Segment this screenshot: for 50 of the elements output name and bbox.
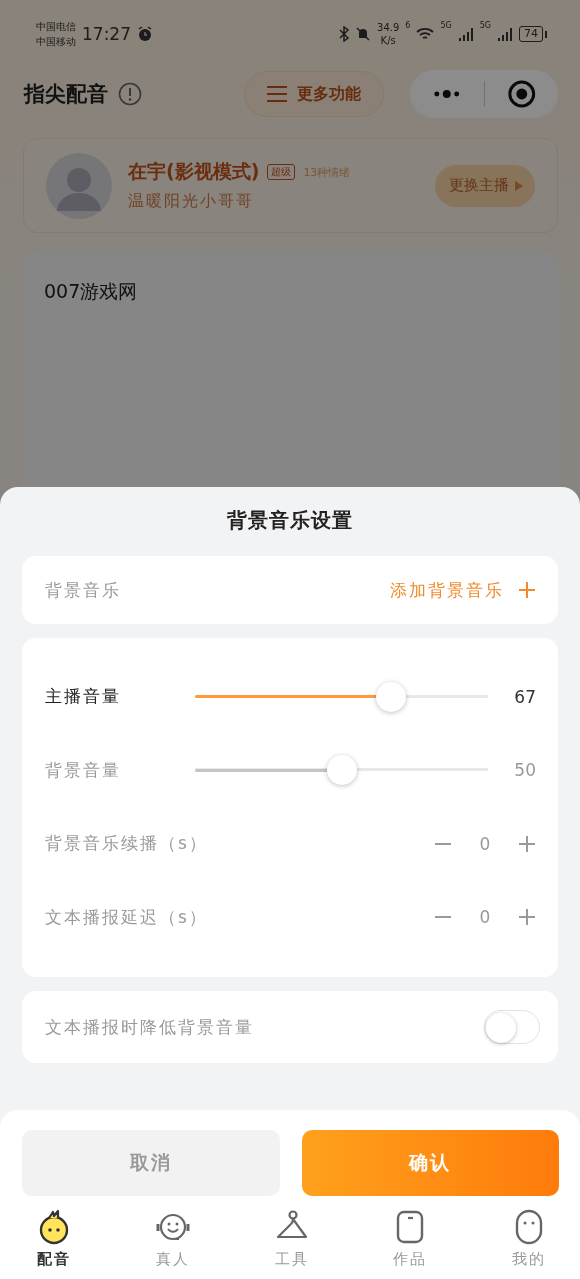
app-title: 指尖配音 — [24, 81, 108, 108]
setting-label: 文本播报时降低背景音量 — [45, 1015, 255, 1039]
alarm-icon — [137, 26, 153, 42]
change-host-button[interactable]: 更换主播 — [435, 164, 535, 207]
play-icon — [515, 180, 523, 191]
setting-label: 背景音乐 — [45, 578, 122, 602]
signal-icon — [497, 27, 513, 41]
stepper-value: 0 — [478, 833, 492, 854]
tab-item[interactable]: 我的 — [494, 1208, 564, 1269]
text-input-value[interactable]: 007游戏网 — [44, 280, 138, 302]
toggle-switch[interactable] — [484, 1010, 540, 1044]
slider-thumb[interactable] — [376, 681, 407, 712]
setting-label: 主播音量 — [45, 685, 122, 709]
volume-reading: 67 — [513, 686, 536, 707]
carrier-name: 中国移动 — [36, 35, 76, 49]
wifi-label: 6 — [405, 21, 411, 30]
tab-item[interactable]: 作品 — [375, 1208, 446, 1269]
add-music-link[interactable]: 添加背景音乐 — [390, 578, 536, 602]
plus-icon[interactable] — [518, 908, 536, 927]
plus-icon[interactable] — [518, 581, 536, 599]
status-time: 17:27 — [82, 24, 131, 44]
tab-item[interactable]: 配音 — [19, 1208, 89, 1269]
tab-item[interactable]: 真人 — [137, 1208, 208, 1269]
bluetooth-icon — [339, 26, 350, 42]
volume-reading: 50 — [513, 760, 536, 781]
host-tier-badge: 超级 — [267, 164, 296, 180]
network-speed-unit: K/s — [380, 34, 396, 47]
avatar — [46, 152, 112, 219]
muted-bell-icon — [355, 26, 372, 42]
setting-label: 文本播报延迟（s） — [45, 905, 195, 929]
cancel-button[interactable]: 取消 — [22, 1130, 280, 1196]
plus-icon[interactable] — [518, 834, 536, 853]
host-name: 在宇(影视模式) — [128, 159, 260, 184]
stepper-value: 0 — [478, 907, 492, 928]
network-speed: 34.9 — [377, 21, 400, 34]
emotion-count: 13种情绪 — [303, 164, 351, 180]
network-type-label: 5G — [440, 21, 452, 30]
sheet-title: 背景音乐设置 — [227, 507, 353, 534]
network-type-label: 5G — [479, 21, 491, 30]
host-description: 温暖阳光小哥哥 — [128, 191, 255, 212]
signal-icon — [457, 27, 474, 41]
menu-icon — [267, 85, 287, 103]
tab-item[interactable]: 工具 — [256, 1208, 327, 1269]
more-functions-button[interactable]: 更多功能 — [244, 71, 384, 117]
carrier-name: 中国电信 — [36, 20, 76, 34]
confirm-button[interactable]: 确认 — [301, 1130, 559, 1196]
wifi-icon — [416, 27, 435, 41]
setting-label: 背景音量 — [45, 758, 122, 782]
setting-label: 背景音乐续播（s） — [45, 832, 195, 856]
info-icon[interactable] — [118, 82, 142, 106]
